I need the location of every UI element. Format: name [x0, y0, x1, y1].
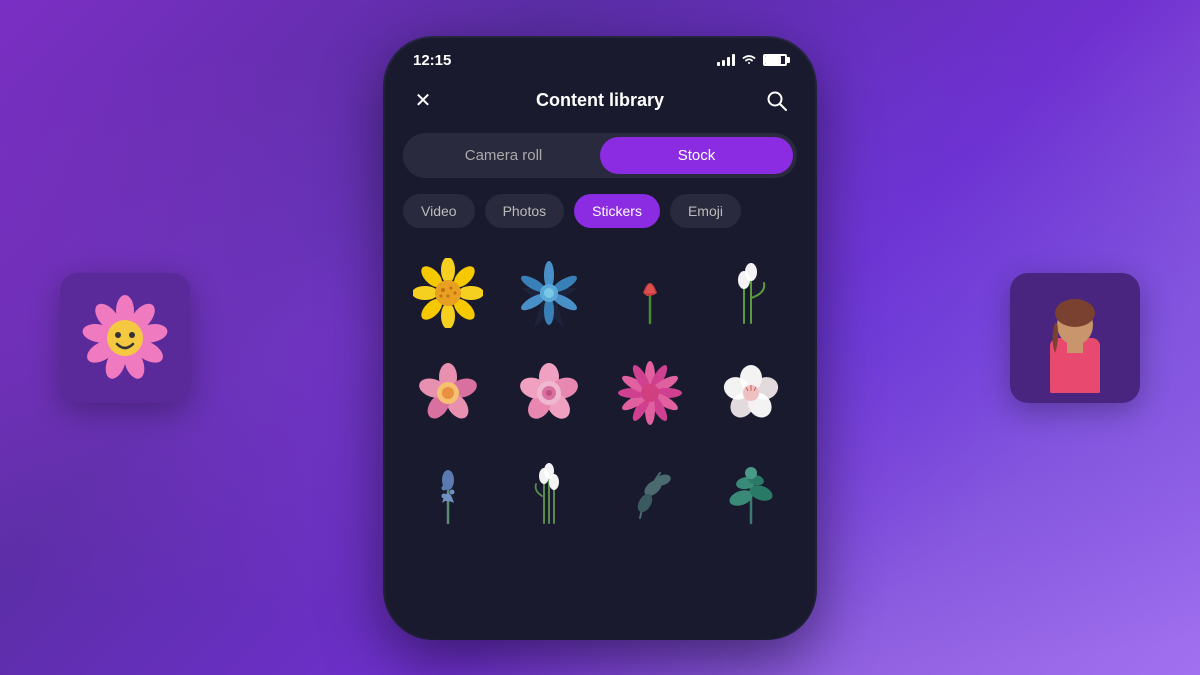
category-tabs: Video Photos Stickers Emoji	[385, 194, 815, 248]
sticker-snowdrops[interactable]	[706, 248, 796, 338]
tab-emoji[interactable]: Emoji	[670, 194, 741, 228]
left-floating-card	[60, 273, 190, 403]
signal-icon	[717, 54, 735, 66]
search-button[interactable]	[761, 85, 793, 117]
sticker-grid	[385, 248, 815, 538]
right-floating-card	[1010, 273, 1140, 403]
smiley-flower-icon	[80, 293, 170, 383]
sticker-pink-rose[interactable]	[504, 348, 594, 438]
close-button[interactable]: ✕	[407, 85, 439, 117]
camera-roll-button[interactable]: Camera roll	[407, 137, 600, 174]
phone-frame: 12:15 ✕ Conte	[385, 38, 815, 638]
sticker-pink-daisy[interactable]	[605, 348, 695, 438]
status-icons	[717, 52, 787, 68]
page-title: Content library	[536, 90, 664, 111]
wifi-icon	[741, 52, 757, 68]
sticker-yellow-flower[interactable]	[403, 248, 493, 338]
sticker-pink-flower-1[interactable]	[403, 348, 493, 438]
sticker-dark-leaf[interactable]	[605, 448, 695, 538]
tab-stickers[interactable]: Stickers	[574, 194, 660, 228]
sticker-blue-star-flower[interactable]	[504, 248, 594, 338]
stock-button[interactable]: Stock	[600, 137, 793, 174]
battery-icon	[763, 54, 787, 66]
sticker-snowdrops-2[interactable]	[504, 448, 594, 538]
sticker-teal-plant[interactable]	[706, 448, 796, 538]
person-silhouette-icon	[1020, 283, 1130, 393]
status-bar: 12:15	[385, 38, 815, 77]
tab-photos[interactable]: Photos	[485, 194, 565, 228]
sticker-red-tulip[interactable]	[605, 248, 695, 338]
sticker-white-flower[interactable]	[706, 348, 796, 438]
tab-video[interactable]: Video	[403, 194, 475, 228]
source-toggle: Camera roll Stock	[403, 133, 797, 178]
content-library-header: ✕ Content library	[385, 77, 815, 133]
status-time: 12:15	[413, 52, 451, 69]
sticker-blue-spike[interactable]	[403, 448, 493, 538]
